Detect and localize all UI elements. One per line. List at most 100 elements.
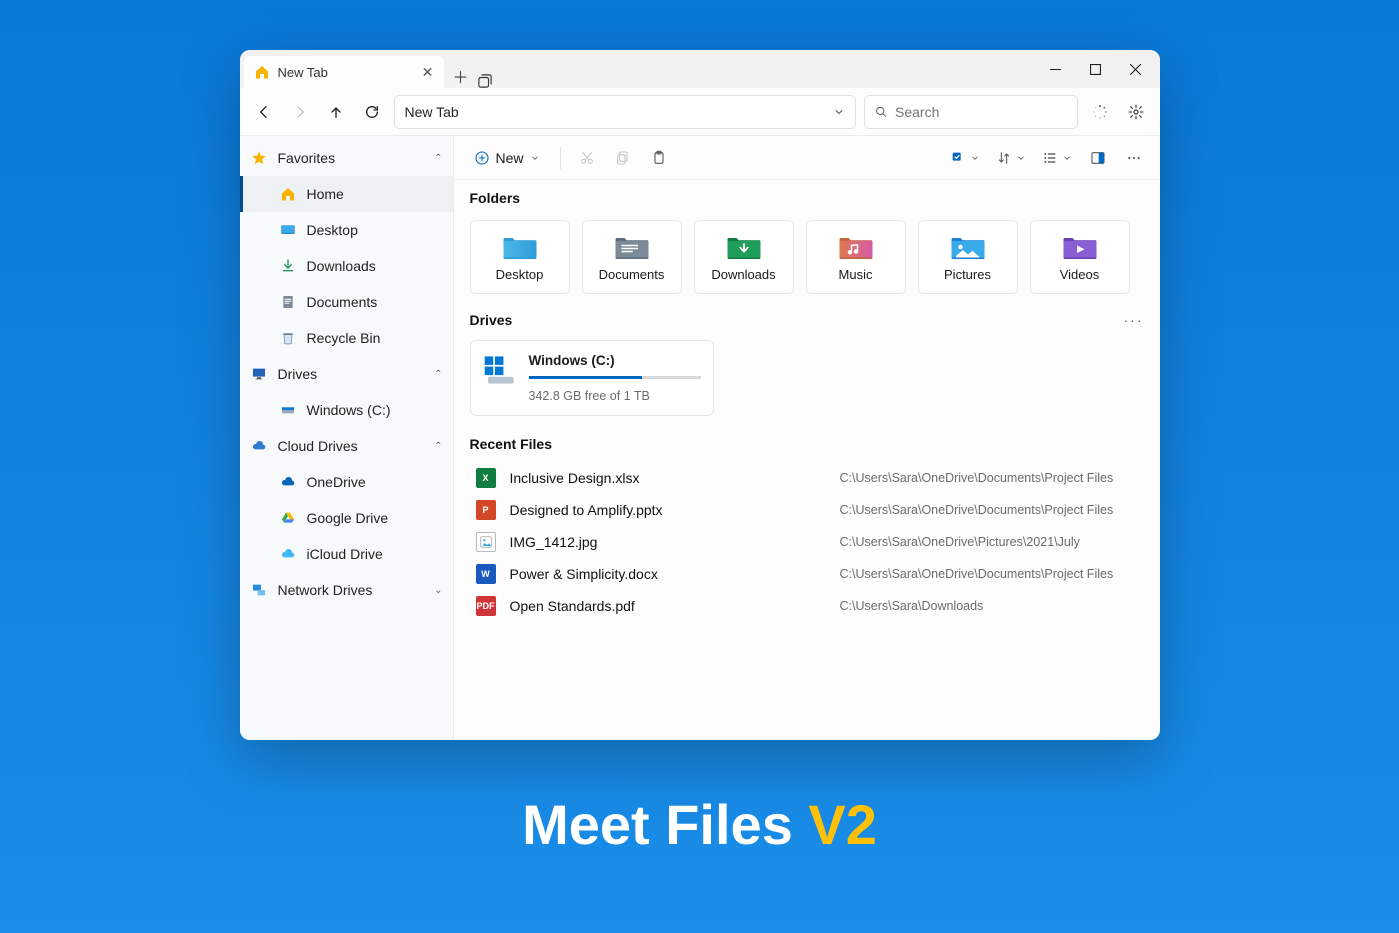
hero-text: Meet Files V2 [522, 792, 877, 857]
file-name: Open Standards.pdf [510, 598, 840, 614]
file-type-icon [476, 532, 496, 552]
folder-card-downloads[interactable]: Downloads [694, 220, 794, 294]
sidebar: Favorites ⌃ Home Desktop Downloads Docum… [240, 136, 454, 740]
folder-card-music[interactable]: Music [806, 220, 906, 294]
folder-name: Pictures [944, 267, 991, 282]
file-name: Inclusive Design.xlsx [510, 470, 840, 486]
sidebar-item-onedrive[interactable]: OneDrive [240, 464, 453, 500]
sidebar-group-drives[interactable]: Drives ⌃ [240, 356, 453, 392]
preview-pane-button[interactable] [1084, 144, 1112, 172]
sidebar-item-gdrive[interactable]: Google Drive [240, 500, 453, 536]
tab-close-button[interactable]: ✕ [422, 64, 434, 81]
select-button[interactable] [946, 150, 984, 166]
loading-icon [1086, 98, 1114, 126]
sidebar-item-documents[interactable]: Documents [240, 284, 453, 320]
paste-button[interactable] [645, 144, 673, 172]
sidebar-item-icloud[interactable]: iCloud Drive [240, 536, 453, 572]
sidebar-item-drive-c[interactable]: Windows (C:) [240, 392, 453, 428]
home-icon [279, 185, 297, 203]
star-icon [250, 149, 268, 167]
cut-button[interactable] [573, 144, 601, 172]
window-controls [1036, 50, 1156, 88]
settings-button[interactable] [1122, 98, 1150, 126]
file-type-icon: W [476, 564, 496, 584]
sidebar-group-network[interactable]: Network Drives ⌄ [240, 572, 453, 608]
sidebar-item-downloads[interactable]: Downloads [240, 248, 453, 284]
file-type-icon: X [476, 468, 496, 488]
up-button[interactable] [322, 98, 350, 126]
file-path: C:\Users\Sara\OneDrive\Documents\Project… [840, 503, 1114, 517]
close-button[interactable] [1116, 50, 1156, 88]
sidebar-item-home[interactable]: Home [240, 176, 453, 212]
file-path: C:\Users\Sara\OneDrive\Documents\Project… [840, 471, 1114, 485]
sidebar-group-cloud[interactable]: Cloud Drives ⌃ [240, 428, 453, 464]
search-input[interactable] [895, 104, 1067, 120]
folders-grid: Desktop Documents Downloads Music Pictures Vi… [454, 212, 1160, 302]
documents-icon [279, 293, 297, 311]
new-button[interactable]: New [466, 143, 548, 173]
folder-name: Desktop [496, 267, 544, 282]
download-icon [279, 257, 297, 275]
windows-drive-icon [483, 353, 517, 387]
network-icon [250, 581, 268, 599]
sort-button[interactable] [992, 150, 1030, 166]
recent-file-row[interactable]: X Inclusive Design.xlsxC:\Users\Sara\OneD… [470, 462, 1144, 494]
chevron-up-icon: ⌃ [434, 441, 442, 452]
maximize-button[interactable] [1076, 50, 1116, 88]
folder-name: Downloads [711, 267, 775, 282]
recent-file-row[interactable]: WPower & Simplicity.docxC:\Users\Sara\On… [470, 558, 1144, 590]
tab-overview-button[interactable] [478, 74, 512, 88]
app-window: New Tab ✕ ＋ New Tab [240, 50, 1160, 740]
file-path: C:\Users\Sara\OneDrive\Pictures\2021\Jul… [840, 535, 1080, 549]
chevron-down-icon[interactable] [833, 106, 845, 118]
recycle-icon [279, 329, 297, 347]
file-name: Designed to Amplify.pptx [510, 502, 840, 518]
file-name: IMG_1412.jpg [510, 534, 840, 550]
layout-button[interactable] [1038, 150, 1076, 166]
folder-card-pictures[interactable]: Pictures [918, 220, 1018, 294]
home-icon [254, 64, 270, 80]
forward-button[interactable] [286, 98, 314, 126]
back-button[interactable] [250, 98, 278, 126]
recent-file-row[interactable]: IMG_1412.jpgC:\Users\Sara\OneDrive\Pictu… [470, 526, 1144, 558]
folder-card-documents[interactable]: Documents [582, 220, 682, 294]
sidebar-item-recycle[interactable]: Recycle Bin [240, 320, 453, 356]
chevron-down-icon: ⌄ [434, 585, 442, 596]
recent-file-row[interactable]: PDesigned to Amplify.pptxC:\Users\Sara\O… [470, 494, 1144, 526]
chevron-up-icon: ⌃ [434, 369, 442, 380]
sidebar-group-favorites[interactable]: Favorites ⌃ [240, 140, 453, 176]
drive-icon [279, 401, 297, 419]
new-label: New [496, 150, 524, 166]
gdrive-icon [279, 509, 297, 527]
folder-card-videos[interactable]: Videos [1030, 220, 1130, 294]
more-button[interactable] [1120, 144, 1148, 172]
address-bar[interactable]: New Tab [394, 95, 856, 129]
recent-file-row[interactable]: PDFOpen Standards.pdfC:\Users\Sara\Downl… [470, 590, 1144, 622]
folder-name: Music [839, 267, 873, 282]
drives-more-button[interactable]: ··· [1124, 312, 1144, 328]
new-tab-button[interactable]: ＋ [444, 64, 478, 88]
file-name: Power & Simplicity.docx [510, 566, 840, 582]
cloud-icon [250, 437, 268, 455]
drive-name: Windows (C:) [529, 353, 701, 368]
desktop-icon [279, 221, 297, 239]
search-box[interactable] [864, 95, 1078, 129]
tabs-icon [478, 74, 492, 88]
chevron-up-icon: ⌃ [434, 153, 442, 164]
minimize-button[interactable] [1036, 50, 1076, 88]
sidebar-item-desktop[interactable]: Desktop [240, 212, 453, 248]
folders-heading: Folders [470, 190, 1144, 206]
monitor-icon [250, 365, 268, 383]
content-toolbar: New [454, 136, 1160, 180]
select-icon [950, 150, 966, 166]
tab[interactable]: New Tab ✕ [244, 56, 444, 88]
drives-heading: Drives [470, 312, 513, 328]
recent-heading: Recent Files [470, 436, 1144, 452]
refresh-button[interactable] [358, 98, 386, 126]
copy-button[interactable] [609, 144, 637, 172]
tab-title: New Tab [278, 65, 414, 80]
drive-card[interactable]: Windows (C:) 342.8 GB free of 1 TB [470, 340, 714, 416]
address-text: New Tab [405, 104, 833, 120]
folder-card-desktop[interactable]: Desktop [470, 220, 570, 294]
plus-circle-icon [474, 150, 490, 166]
